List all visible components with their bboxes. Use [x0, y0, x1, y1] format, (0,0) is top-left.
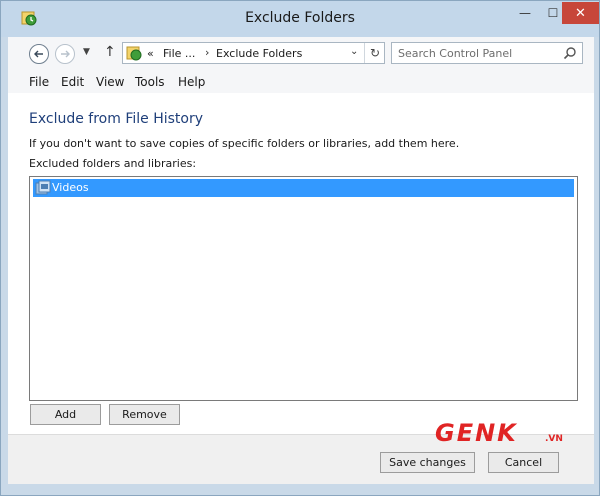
forward-arrow-icon	[61, 50, 70, 58]
search-icon[interactable]	[563, 46, 577, 60]
navigation-bar: ▼ ↑ « File ... › Exclude Folders ⌄ ↻	[8, 37, 594, 71]
forward-button[interactable]	[55, 44, 75, 64]
minimize-button[interactable]: —	[511, 2, 539, 24]
menu-tools[interactable]: Tools	[135, 75, 165, 89]
page-description: If you don't want to save copies of spec…	[29, 137, 460, 150]
up-button[interactable]: ↑	[104, 44, 116, 60]
window-title: Exclude Folders	[245, 10, 355, 26]
address-dropdown-icon[interactable]: ⌄	[350, 46, 358, 57]
exclude-folders-window: Exclude Folders — ☐ ✕ ▼ ↑ « File ... › E…	[0, 0, 600, 496]
svg-text:.VN: .VN	[545, 434, 563, 444]
save-changes-button[interactable]: Save changes	[380, 452, 475, 473]
excluded-list-label: Excluded folders and libraries:	[29, 157, 197, 170]
back-button[interactable]	[29, 44, 49, 64]
menu-file[interactable]: File	[29, 75, 49, 89]
refresh-button[interactable]: ↻	[364, 43, 385, 63]
remove-button[interactable]: Remove	[109, 404, 180, 425]
address-bar[interactable]: « File ... › Exclude Folders ⌄ ↻	[122, 42, 385, 64]
library-icon	[35, 180, 51, 195]
recent-locations-chevron-icon[interactable]: ▼	[83, 47, 90, 57]
menu-bar: File Edit View Tools Help	[8, 71, 594, 93]
menu-view[interactable]: View	[96, 75, 124, 89]
breadcrumb-item-file-history[interactable]: File ...	[163, 47, 195, 60]
main-content: Exclude from File History If you don't w…	[8, 93, 594, 434]
menu-edit[interactable]: Edit	[61, 75, 84, 89]
breadcrumb-overflow[interactable]: «	[147, 47, 154, 60]
control-panel-icon	[126, 46, 142, 61]
menu-help[interactable]: Help	[178, 75, 205, 89]
search-input[interactable]	[398, 46, 558, 61]
svg-text:GENK: GENK	[435, 419, 518, 447]
list-item[interactable]: Videos	[33, 179, 574, 197]
list-item-label: Videos	[52, 181, 89, 194]
excluded-folders-list[interactable]: Videos	[29, 176, 578, 401]
search-box[interactable]	[391, 42, 583, 64]
breadcrumb-separator-icon[interactable]: ›	[205, 46, 209, 59]
close-button[interactable]: ✕	[562, 2, 599, 24]
cancel-button[interactable]: Cancel	[488, 452, 559, 473]
genk-watermark-logo: GENK .VN	[435, 419, 563, 447]
back-arrow-icon	[34, 50, 43, 58]
breadcrumb-item-exclude-folders[interactable]: Exclude Folders	[216, 47, 302, 60]
add-button[interactable]: Add	[30, 404, 101, 425]
page-title: Exclude from File History	[29, 111, 204, 127]
title-bar: Exclude Folders — ☐ ✕	[1, 1, 599, 37]
